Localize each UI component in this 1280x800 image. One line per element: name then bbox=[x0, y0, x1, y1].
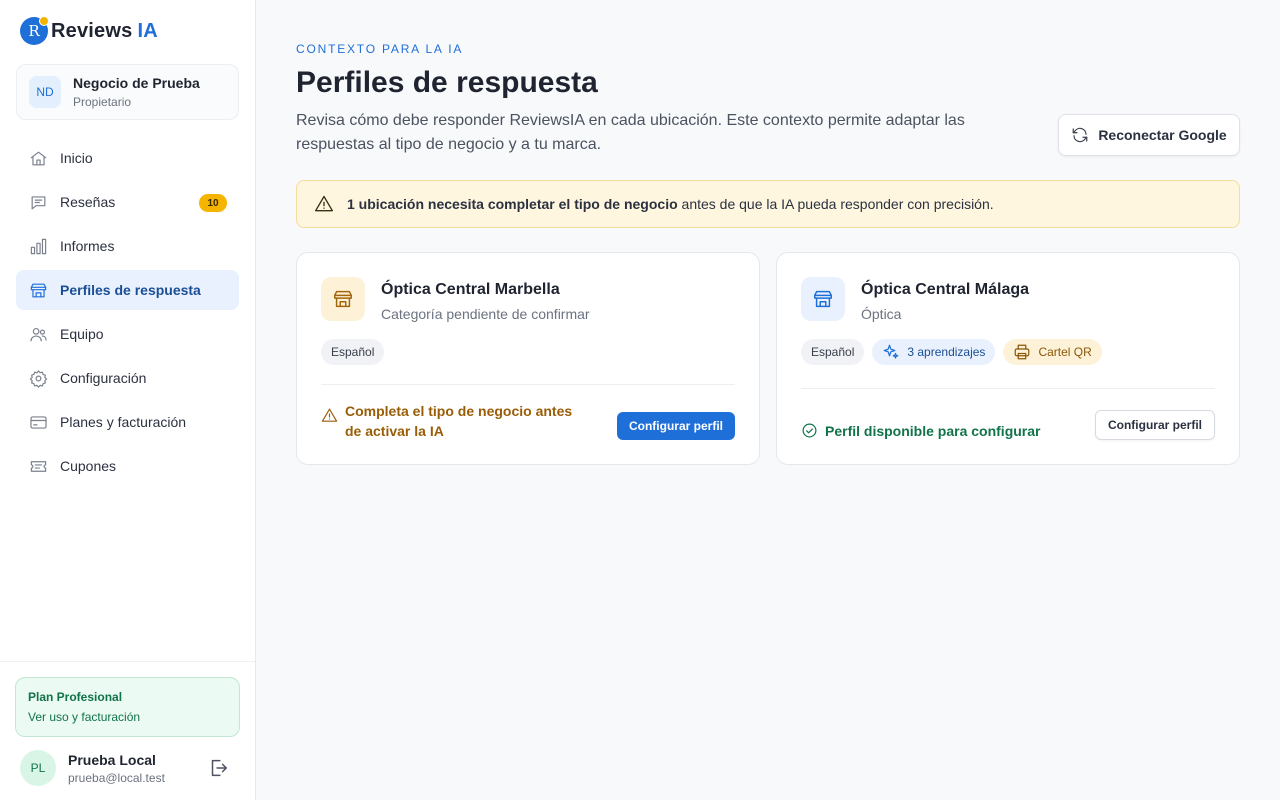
divider bbox=[801, 388, 1215, 389]
location-name: Óptica Central Málaga bbox=[861, 281, 1030, 298]
user-profile: PL Prueba Local prueba@local.test bbox=[20, 748, 235, 788]
location-chips: Español 3 aprendizajes Cartel QR bbox=[801, 339, 1102, 365]
users-icon bbox=[28, 324, 48, 344]
message-icon bbox=[28, 192, 48, 212]
reconnect-google-button[interactable]: Reconectar Google bbox=[1058, 114, 1240, 156]
reviews-count-badge: 10 bbox=[199, 194, 227, 212]
store-icon bbox=[321, 277, 365, 321]
main-content: CONTEXTO PARA LA IA Perfiles de respuest… bbox=[256, 0, 1280, 800]
sidebar-item-label: Informes bbox=[60, 238, 115, 254]
sidebar-item-label: Configuración bbox=[60, 370, 147, 386]
configure-profile-button[interactable]: Configurar perfil bbox=[616, 412, 735, 440]
sidebar-item-planes-y-facturacion[interactable]: Planes y facturación bbox=[16, 402, 239, 442]
plan-title: Plan Profesional bbox=[28, 690, 123, 704]
bar-chart-icon bbox=[28, 236, 48, 256]
page-title: Perfiles de respuesta bbox=[296, 66, 598, 99]
location-card: Óptica Central Málaga Óptica Español 3 a… bbox=[776, 252, 1240, 465]
location-name: Óptica Central Marbella bbox=[381, 281, 560, 298]
sidebar-nav: Inicio Reseñas 10 Informes Perfiles de r… bbox=[16, 138, 239, 490]
learnings-chip[interactable]: 3 aprendizajes bbox=[872, 339, 996, 365]
home-icon bbox=[28, 148, 48, 168]
business-type-alert: 1 ubicación necesita completar el tipo d… bbox=[296, 180, 1240, 228]
brand-logo-icon: R bbox=[20, 16, 49, 45]
sidebar-item-cupones[interactable]: Cupones bbox=[16, 446, 239, 486]
location-chips: Español bbox=[321, 339, 385, 365]
store-icon bbox=[801, 277, 845, 321]
plan-billing-link[interactable]: Ver uso y facturación bbox=[28, 710, 227, 724]
sidebar-item-equipo[interactable]: Equipo bbox=[16, 314, 239, 354]
sidebar-item-label: Equipo bbox=[60, 326, 104, 342]
status-text: Perfil disponible para configurar bbox=[825, 423, 1041, 439]
status-text: Completa el tipo de negocio antes de act… bbox=[345, 403, 573, 439]
store-icon bbox=[28, 280, 48, 300]
location-category: Óptica bbox=[861, 306, 902, 322]
ticket-icon bbox=[28, 456, 48, 476]
language-chip: Español bbox=[321, 339, 385, 365]
sidebar-item-label: Planes y facturación bbox=[60, 414, 187, 430]
printer-icon bbox=[1015, 344, 1030, 360]
sidebar-item-label: Perfiles de respuesta bbox=[60, 282, 201, 298]
business-avatar: ND bbox=[29, 76, 61, 108]
sidebar: R Reviews IA ND Negocio de Prueba Propiet… bbox=[0, 0, 256, 800]
gear-icon bbox=[28, 368, 48, 388]
sidebar-item-inicio[interactable]: Inicio bbox=[16, 138, 239, 178]
location-card: Óptica Central Marbella Categoría pendie… bbox=[296, 252, 760, 465]
warning-icon bbox=[315, 195, 333, 212]
page-description: Revisa cómo debe responder ReviewsIA en … bbox=[296, 112, 965, 153]
brand-logo-link[interactable]: R Reviews IA bbox=[20, 16, 158, 45]
logout-icon[interactable] bbox=[207, 757, 229, 779]
divider bbox=[321, 384, 735, 385]
sidebar-item-resenas[interactable]: Reseñas 10 bbox=[16, 182, 239, 222]
user-name: Prueba Local bbox=[68, 751, 156, 768]
sparkles-icon bbox=[884, 344, 899, 359]
brand-name: Reviews IA bbox=[51, 19, 158, 42]
sidebar-item-configuracion[interactable]: Configuración bbox=[16, 358, 239, 398]
business-role: Propietario bbox=[73, 95, 132, 109]
alert-text: 1 ubicación necesita completar el tipo d… bbox=[347, 196, 994, 212]
user-email: prueba@local.test bbox=[68, 770, 165, 785]
avatar: PL bbox=[20, 750, 56, 786]
sidebar-item-label: Inicio bbox=[60, 150, 93, 166]
refresh-icon bbox=[1072, 127, 1088, 143]
business-switcher[interactable]: ND Negocio de Prueba Propietario bbox=[16, 64, 239, 120]
plan-card[interactable]: Plan Profesional Ver uso y facturación bbox=[15, 677, 240, 737]
sidebar-item-label: Reseñas bbox=[60, 194, 116, 210]
qr-poster-chip[interactable]: Cartel QR bbox=[1003, 339, 1102, 365]
language-chip: Español bbox=[801, 339, 865, 365]
location-category: Categoría pendiente de confirmar bbox=[381, 306, 590, 322]
location-status: Perfil disponible para configurar bbox=[801, 421, 1040, 441]
location-status: Completa el tipo de negocio antes de act… bbox=[321, 401, 591, 441]
business-name: Negocio de Prueba bbox=[73, 75, 200, 91]
sidebar-item-label: Cupones bbox=[60, 458, 117, 474]
check-circle-icon bbox=[802, 423, 817, 438]
warning-icon bbox=[321, 408, 338, 422]
credit-card-icon bbox=[28, 412, 48, 432]
configure-profile-button[interactable]: Configurar perfil bbox=[1094, 410, 1215, 440]
sidebar-item-perfiles-de-respuesta[interactable]: Perfiles de respuesta bbox=[16, 270, 239, 310]
sidebar-footer: Plan Profesional Ver uso y facturación P… bbox=[0, 661, 255, 800]
reconnect-label: Reconectar Google bbox=[1098, 127, 1227, 143]
page-eyebrow: CONTEXTO PARA LA IA bbox=[296, 42, 464, 56]
sidebar-item-informes[interactable]: Informes bbox=[16, 226, 239, 266]
